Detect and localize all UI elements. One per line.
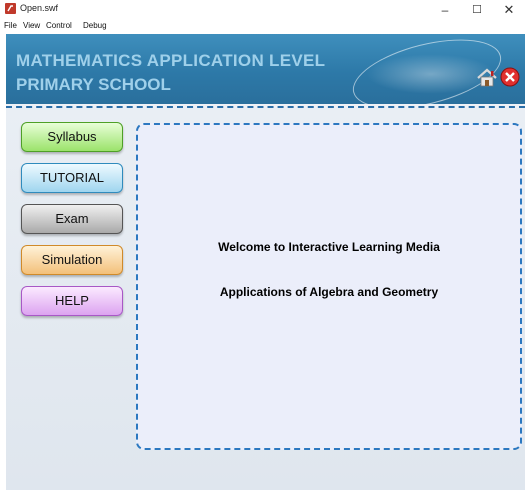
header-banner: MATHEMATICS APPLICATION LEVEL PRIMARY SC… bbox=[6, 34, 525, 104]
tutorial-button[interactable]: TUTORIAL bbox=[21, 163, 123, 193]
menu-control[interactable]: Control bbox=[46, 21, 72, 30]
content-panel: Welcome to Interactive Learning Media Ap… bbox=[136, 123, 522, 450]
menu-view[interactable]: View bbox=[23, 21, 40, 30]
menu-file[interactable]: File bbox=[4, 21, 17, 30]
window-title: Open.swf bbox=[20, 3, 59, 13]
syllabus-button[interactable]: Syllabus bbox=[21, 122, 123, 152]
menu-bar: File View Control Debug bbox=[0, 20, 525, 34]
flash-stage: MATHEMATICS APPLICATION LEVEL PRIMARY SC… bbox=[6, 34, 525, 490]
maximize-button[interactable]: ☐ bbox=[462, 0, 492, 20]
close-icon[interactable] bbox=[500, 67, 520, 87]
banner-divider bbox=[6, 106, 525, 108]
simulation-button[interactable]: Simulation bbox=[21, 245, 123, 275]
minimize-button[interactable]: – bbox=[430, 0, 460, 20]
window-titlebar: Open.swf – ☐ ✕ bbox=[0, 0, 525, 20]
banner-title-line2: PRIMARY SCHOOL bbox=[16, 75, 171, 94]
window-close-button[interactable]: ✕ bbox=[494, 0, 524, 20]
flash-app-icon bbox=[5, 3, 16, 14]
help-button[interactable]: HELP bbox=[21, 286, 123, 316]
exam-button[interactable]: Exam bbox=[21, 204, 123, 234]
welcome-text: Welcome to Interactive Learning Media bbox=[218, 240, 440, 254]
home-icon[interactable] bbox=[476, 67, 498, 89]
menu-debug[interactable]: Debug bbox=[83, 21, 107, 30]
subtitle-text: Applications of Algebra and Geometry bbox=[219, 285, 439, 299]
banner-title-line1: MATHEMATICS APPLICATION LEVEL bbox=[16, 51, 326, 70]
